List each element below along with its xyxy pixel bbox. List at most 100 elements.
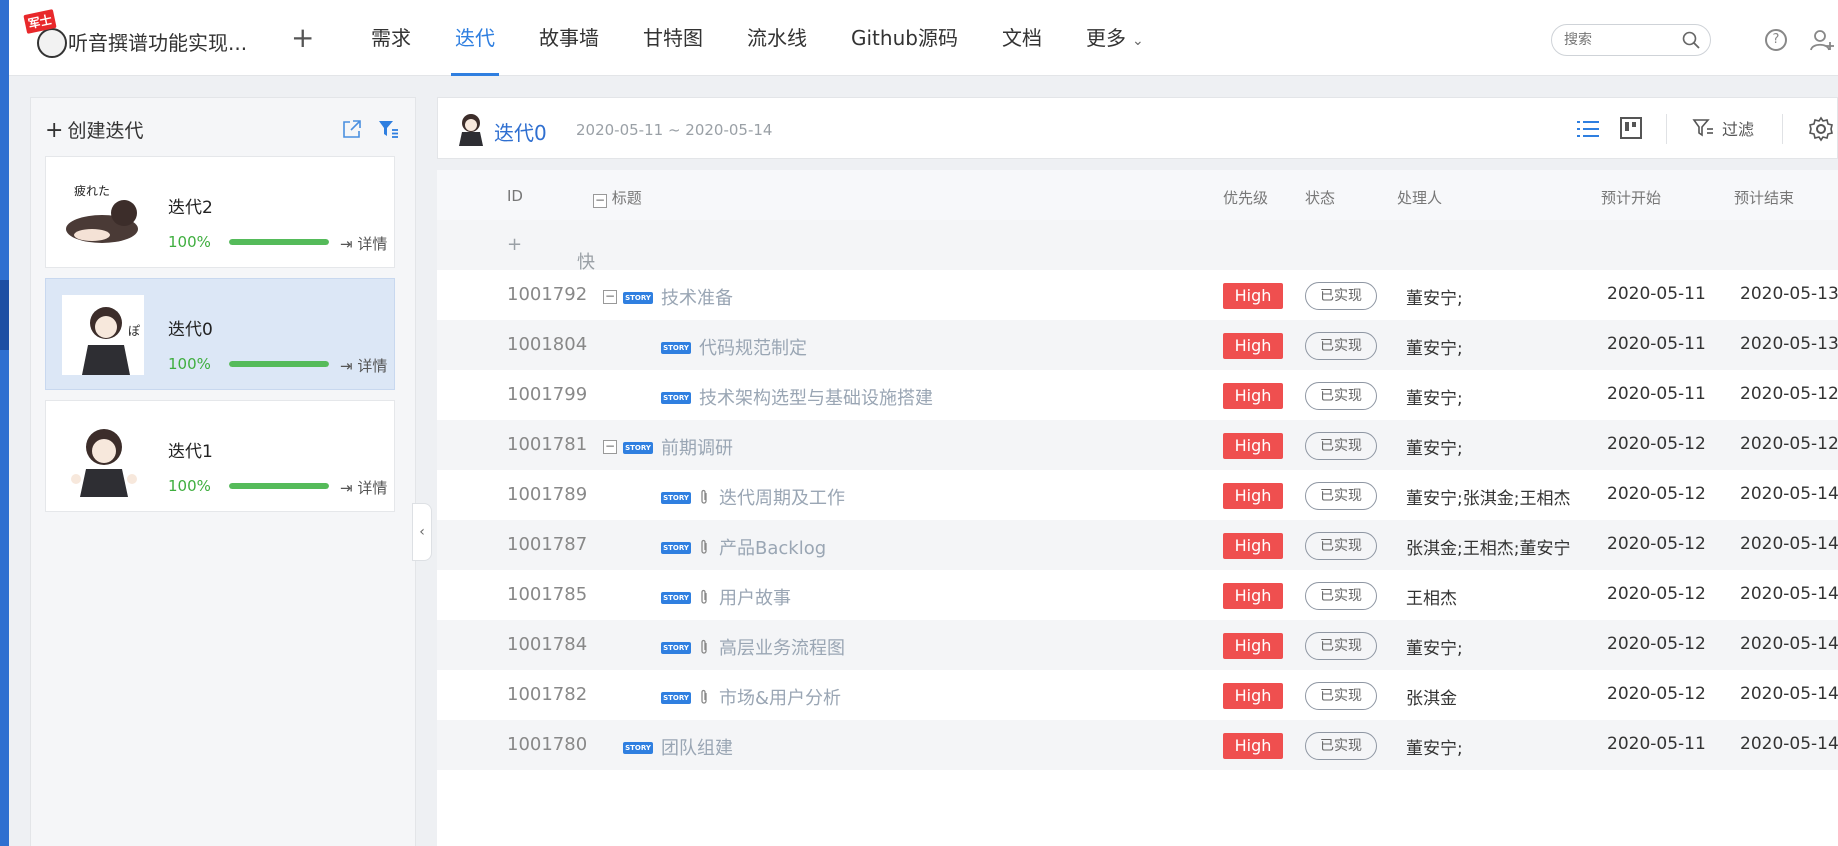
story-id[interactable]: 1001781 — [507, 434, 587, 455]
start-date-cell[interactable]: 2020-05-12 — [1607, 434, 1706, 454]
end-date-cell[interactable]: 2020-05-13 — [1740, 284, 1838, 304]
start-date-cell[interactable]: 2020-05-11 — [1607, 284, 1706, 304]
table-row[interactable]: 1001792 − STORY 技术准备 High 已实现 董安宁; 2020-05-11 20… — [437, 270, 1838, 320]
story-id[interactable]: 1001784 — [507, 634, 587, 655]
end-date-cell[interactable]: 2020-05-14 — [1740, 734, 1838, 754]
iteration-detail-link[interactable]: ⇥ 详情 — [340, 477, 387, 498]
iteration-card-selected[interactable]: ぽ 迭代0 100% ⇥ 详情 — [45, 278, 395, 390]
tab-more[interactable]: 更多 ⌄ — [1086, 0, 1144, 76]
column-end[interactable]: 预计结束 — [1734, 187, 1794, 208]
column-start[interactable]: 预计开始 — [1601, 187, 1661, 208]
table-row[interactable]: 1001787 STORY 产品Backlog High 已实现 张淇金;王相杰;董安宁 2… — [437, 520, 1838, 570]
search-input[interactable] — [1552, 25, 1672, 55]
story-id[interactable]: 1001782 — [507, 684, 587, 705]
share-icon[interactable] — [341, 118, 363, 140]
quick-create-button[interactable]: + 快速创建 — [507, 234, 595, 351]
owner-cell[interactable]: 董安宁; — [1406, 284, 1463, 309]
column-status[interactable]: 状态 — [1305, 187, 1335, 208]
table-row[interactable]: 1001785 STORY 用户故事 High 已实现 王相杰 2020-05-12 2020… — [437, 570, 1838, 620]
owner-cell[interactable]: 董安宁; — [1406, 434, 1463, 459]
story-title[interactable]: 代码规范制定 — [699, 334, 807, 360]
status-badge[interactable]: 已实现 — [1305, 382, 1377, 410]
end-date-cell[interactable]: 2020-05-14 — [1740, 484, 1838, 504]
table-row[interactable]: 1001780 STORY 团队组建 High 已实现 董安宁; 2020-05-11 202… — [437, 720, 1838, 770]
filter-button[interactable]: 过滤 — [1692, 116, 1754, 140]
tab-pipeline[interactable]: 流水线 — [747, 0, 807, 76]
priority-badge[interactable]: High — [1223, 733, 1283, 759]
owner-cell[interactable]: 张淇金 — [1406, 684, 1457, 709]
owner-cell[interactable]: 董安宁; — [1406, 734, 1463, 759]
create-iteration-button[interactable]: + 创建迭代 — [45, 116, 143, 143]
start-date-cell[interactable]: 2020-05-12 — [1607, 534, 1706, 554]
story-title[interactable]: 团队组建 — [661, 734, 733, 760]
status-badge[interactable]: 已实现 — [1305, 282, 1377, 310]
status-badge[interactable]: 已实现 — [1305, 432, 1377, 460]
status-badge[interactable]: 已实现 — [1305, 482, 1377, 510]
end-date-cell[interactable]: 2020-05-14 — [1740, 534, 1838, 554]
priority-badge[interactable]: High — [1223, 433, 1283, 459]
end-date-cell[interactable]: 2020-05-14 — [1740, 584, 1838, 604]
priority-badge[interactable]: High — [1223, 683, 1283, 709]
start-date-cell[interactable]: 2020-05-12 — [1607, 484, 1706, 504]
story-title[interactable]: 前期调研 — [661, 434, 733, 460]
story-id[interactable]: 1001787 — [507, 534, 587, 555]
help-icon[interactable]: ? — [1765, 29, 1787, 51]
story-title[interactable]: 产品Backlog — [719, 534, 826, 560]
priority-badge[interactable]: High — [1223, 633, 1283, 659]
priority-badge[interactable]: High — [1223, 383, 1283, 409]
priority-badge[interactable]: High — [1223, 333, 1283, 359]
priority-badge[interactable]: High — [1223, 583, 1283, 609]
status-badge[interactable]: 已实现 — [1305, 532, 1377, 560]
tab-github-source[interactable]: Github源码 — [851, 0, 958, 76]
end-date-cell[interactable]: 2020-05-12 — [1740, 384, 1838, 404]
table-row[interactable]: 1001799 STORY 技术架构选型与基础设施搭建 High 已实现 董安宁; 2020… — [437, 370, 1838, 420]
story-title[interactable]: 技术准备 — [661, 284, 733, 310]
end-date-cell[interactable]: 2020-05-14 — [1740, 684, 1838, 704]
collapse-all-icon[interactable]: − — [593, 194, 607, 208]
iteration-detail-link[interactable]: ⇥ 详情 — [340, 233, 387, 254]
story-id[interactable]: 1001804 — [507, 334, 587, 355]
add-project-button[interactable]: + — [291, 24, 314, 52]
story-id[interactable]: 1001789 — [507, 484, 587, 505]
status-badge[interactable]: 已实现 — [1305, 582, 1377, 610]
collapse-icon[interactable]: − — [603, 290, 617, 304]
owner-cell[interactable]: 董安宁;张淇金;王相杰 — [1406, 484, 1570, 509]
start-date-cell[interactable]: 2020-05-12 — [1607, 634, 1706, 654]
priority-badge[interactable]: High — [1223, 283, 1283, 309]
table-row[interactable]: 1001784 STORY 高层业务流程图 High 已实现 董安宁; 2020-05-12… — [437, 620, 1838, 670]
story-title[interactable]: 用户故事 — [719, 584, 791, 610]
story-id[interactable]: 1001785 — [507, 584, 587, 605]
owner-cell[interactable]: 董安宁; — [1406, 634, 1463, 659]
project-avatar[interactable]: 军士 — [23, 9, 71, 58]
story-title[interactable]: 技术架构选型与基础设施搭建 — [699, 384, 933, 410]
story-id[interactable]: 1001780 — [507, 734, 587, 755]
collapse-icon[interactable]: − — [603, 440, 617, 454]
board-view-icon[interactable] — [1619, 116, 1643, 140]
priority-badge[interactable]: High — [1223, 483, 1283, 509]
column-id[interactable]: ID — [507, 187, 523, 205]
end-date-cell[interactable]: 2020-05-12 — [1740, 434, 1838, 454]
table-row[interactable]: 1001781 − STORY 前期调研 High 已实现 董安宁; 2020-05-12 20… — [437, 420, 1838, 470]
start-date-cell[interactable]: 2020-05-12 — [1607, 684, 1706, 704]
column-priority[interactable]: 优先级 — [1223, 187, 1268, 208]
end-date-cell[interactable]: 2020-05-14 — [1740, 634, 1838, 654]
start-date-cell[interactable]: 2020-05-11 — [1607, 734, 1706, 754]
user-add-icon[interactable] — [1809, 28, 1835, 54]
tab-iterations[interactable]: 迭代 — [451, 0, 499, 76]
iteration-card[interactable]: 疲れた 迭代2 100% ⇥ 详情 — [45, 156, 395, 268]
status-badge[interactable]: 已实现 — [1305, 682, 1377, 710]
story-title[interactable]: 高层业务流程图 — [719, 634, 845, 660]
tab-docs[interactable]: 文档 — [1002, 0, 1042, 76]
table-row[interactable]: 1001804 STORY 代码规范制定 High 已实现 董安宁; 2020-05-11 2… — [437, 320, 1838, 370]
table-row[interactable]: 1001782 STORY 市场&用户分析 High 已实现 张淇金 2020-05-12 2… — [437, 670, 1838, 720]
project-name[interactable]: 听音撰谱功能实现... — [68, 27, 247, 56]
tab-story-wall[interactable]: 故事墙 — [539, 0, 599, 76]
iteration-detail-link[interactable]: ⇥ 详情 — [340, 355, 387, 376]
status-badge[interactable]: 已实现 — [1305, 332, 1377, 360]
column-owner[interactable]: 处理人 — [1397, 187, 1442, 208]
gear-icon[interactable] — [1808, 116, 1834, 142]
owner-cell[interactable]: 董安宁; — [1406, 384, 1463, 409]
search-icon[interactable] — [1682, 31, 1700, 49]
start-date-cell[interactable]: 2020-05-11 — [1607, 334, 1706, 354]
owner-cell[interactable]: 董安宁; — [1406, 334, 1463, 359]
